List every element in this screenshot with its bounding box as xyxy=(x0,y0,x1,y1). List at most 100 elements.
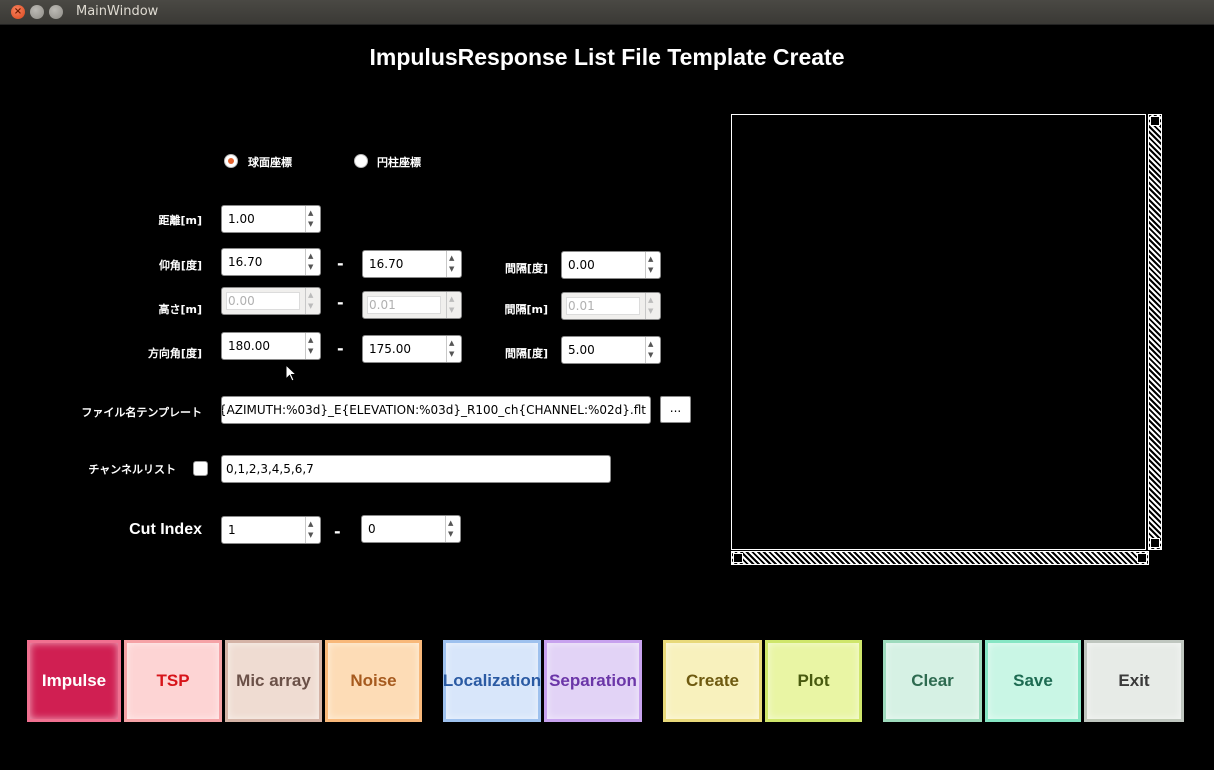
elevation-from-stepper[interactable]: ▲ ▼ xyxy=(305,249,320,275)
filename-template-value: ırkuser/D{AZIMUTH:%03d}_E{ELEVATION:%03d… xyxy=(222,403,646,417)
range-dash: - xyxy=(337,254,344,273)
cut-index-to-spinbox[interactable]: 0 ▲ ▼ xyxy=(361,515,461,543)
up-arrow-icon[interactable]: ▲ xyxy=(308,521,313,528)
down-arrow-icon[interactable]: ▼ xyxy=(448,531,453,538)
up-arrow-icon[interactable]: ▲ xyxy=(449,255,454,262)
azimuth-from-value: 180.00 xyxy=(228,339,270,353)
distance-spinbox[interactable]: 1.00 ▲ ▼ xyxy=(221,205,321,233)
scroll-right-icon[interactable] xyxy=(1137,553,1147,563)
down-arrow-icon[interactable]: ▼ xyxy=(648,352,653,359)
mouse-cursor-icon xyxy=(285,364,297,382)
elevation-to-value: 16.70 xyxy=(369,257,404,271)
distance-value: 1.00 xyxy=(228,212,255,226)
cut-index-to-stepper[interactable]: ▲ ▼ xyxy=(445,516,460,542)
up-arrow-icon[interactable]: ▲ xyxy=(308,253,313,260)
plot-canvas[interactable] xyxy=(731,114,1146,550)
azimuth-step-label: 間隔[度] xyxy=(504,347,548,360)
channel-list-input[interactable]: 0,1,2,3,4,5,6,7 xyxy=(221,455,611,483)
down-arrow-icon[interactable]: ▼ xyxy=(308,264,313,271)
up-arrow-icon[interactable]: ▲ xyxy=(448,520,453,527)
tsp-button[interactable]: TSP xyxy=(124,640,222,722)
filename-template-input[interactable]: ırkuser/D{AZIMUTH:%03d}_E{ELEVATION:%03d… xyxy=(221,396,651,424)
down-arrow-icon[interactable]: ▼ xyxy=(308,221,313,228)
scroll-up-icon[interactable] xyxy=(1150,116,1160,126)
browse-button[interactable]: ... xyxy=(660,396,691,423)
down-arrow-icon: ▼ xyxy=(648,307,654,315)
spherical-label: 球面座標 xyxy=(248,156,292,169)
azimuth-to-spinbox[interactable]: 175.00 ▲ ▼ xyxy=(362,335,462,363)
filename-template-label: ファイル名テンプレート xyxy=(81,406,202,419)
cut-index-to-value: 0 xyxy=(368,522,376,536)
spherical-radio[interactable] xyxy=(224,154,238,168)
window-minimize-icon[interactable] xyxy=(30,5,44,19)
elevation-to-spinbox[interactable]: 16.70 ▲ ▼ xyxy=(362,250,462,278)
height-from-stepper: ▲ ▼ xyxy=(305,288,320,314)
azimuth-step-spinbox[interactable]: 5.00 ▲ ▼ xyxy=(561,336,661,364)
azimuth-to-value: 175.00 xyxy=(369,342,411,356)
channel-list-label: チャンネルリスト xyxy=(88,463,176,476)
horizontal-scrollbar[interactable] xyxy=(731,551,1149,565)
localization-button[interactable]: Localization xyxy=(443,640,541,722)
elevation-step-value: 0.00 xyxy=(568,258,595,272)
cylindrical-radio[interactable] xyxy=(354,154,368,168)
height-to-value: 0.01 xyxy=(369,298,396,312)
down-arrow-icon: ▼ xyxy=(449,306,455,314)
azimuth-step-stepper[interactable]: ▲ ▼ xyxy=(645,337,660,363)
channel-list-value: 0,1,2,3,4,5,6,7 xyxy=(226,462,314,476)
azimuth-from-spinbox[interactable]: 180.00 ▲ ▼ xyxy=(221,332,321,360)
azimuth-label: 方向角[度] xyxy=(147,347,202,360)
elevation-to-stepper[interactable]: ▲ ▼ xyxy=(446,251,461,277)
up-arrow-icon[interactable]: ▲ xyxy=(449,340,454,347)
elevation-from-spinbox[interactable]: 16.70 ▲ ▼ xyxy=(221,248,321,276)
scroll-down-icon[interactable] xyxy=(1150,538,1160,548)
window-maximize-icon[interactable] xyxy=(49,5,63,19)
vertical-scrollbar[interactable] xyxy=(1148,114,1162,550)
elevation-label: 仰角[度] xyxy=(158,259,202,272)
azimuth-from-stepper[interactable]: ▲ ▼ xyxy=(305,333,320,359)
impulse-button[interactable]: Impulse xyxy=(27,640,121,722)
height-from-value: 0.00 xyxy=(228,294,255,308)
up-arrow-icon[interactable]: ▲ xyxy=(648,341,653,348)
height-step-label: 間隔[m] xyxy=(504,303,548,316)
noise-button[interactable]: Noise xyxy=(325,640,422,722)
elevation-step-stepper[interactable]: ▲ ▼ xyxy=(645,252,660,278)
distance-stepper[interactable]: ▲ ▼ xyxy=(305,206,320,232)
down-arrow-icon[interactable]: ▼ xyxy=(648,267,653,274)
scroll-left-icon[interactable] xyxy=(733,553,743,563)
height-step-spinbox: 0.01 ▲ ▼ xyxy=(561,292,661,320)
channel-list-checkbox[interactable] xyxy=(193,461,208,476)
exit-button[interactable]: Exit xyxy=(1084,640,1184,722)
plot-button[interactable]: Plot xyxy=(765,640,862,722)
cut-index-from-stepper[interactable]: ▲ ▼ xyxy=(305,517,320,543)
up-arrow-icon: ▲ xyxy=(308,291,314,299)
range-dash: - xyxy=(337,293,344,312)
window-titlebar: × MainWindow xyxy=(0,0,1214,25)
save-button[interactable]: Save xyxy=(985,640,1081,722)
window-close-icon[interactable]: × xyxy=(11,5,25,19)
down-arrow-icon[interactable]: ▼ xyxy=(449,266,454,273)
mic-array-button[interactable]: Mic array xyxy=(225,640,322,722)
up-arrow-icon[interactable]: ▲ xyxy=(308,337,313,344)
up-arrow-icon[interactable]: ▲ xyxy=(308,210,313,217)
up-arrow-icon: ▲ xyxy=(449,295,455,303)
create-button[interactable]: Create xyxy=(663,640,762,722)
height-step-stepper: ▲ ▼ xyxy=(645,293,660,319)
elevation-step-spinbox[interactable]: 0.00 ▲ ▼ xyxy=(561,251,661,279)
clear-button[interactable]: Clear xyxy=(883,640,982,722)
height-to-stepper: ▲ ▼ xyxy=(446,292,461,318)
azimuth-step-value: 5.00 xyxy=(568,343,595,357)
cut-index-label: Cut Index xyxy=(129,521,202,538)
height-step-value: 0.01 xyxy=(568,299,595,313)
down-arrow-icon[interactable]: ▼ xyxy=(308,532,313,539)
up-arrow-icon[interactable]: ▲ xyxy=(648,256,653,263)
separation-button[interactable]: Separation xyxy=(544,640,642,722)
height-from-spinbox: 0.00 ▲ ▼ xyxy=(221,287,321,315)
range-dash: - xyxy=(334,522,341,541)
window-title: MainWindow xyxy=(76,4,159,19)
cut-index-from-spinbox[interactable]: 1 ▲ ▼ xyxy=(221,516,321,544)
down-arrow-icon[interactable]: ▼ xyxy=(308,348,313,355)
elevation-step-label: 間隔[度] xyxy=(504,262,548,275)
down-arrow-icon[interactable]: ▼ xyxy=(449,351,454,358)
cut-index-from-value: 1 xyxy=(228,523,236,537)
azimuth-to-stepper[interactable]: ▲ ▼ xyxy=(446,336,461,362)
